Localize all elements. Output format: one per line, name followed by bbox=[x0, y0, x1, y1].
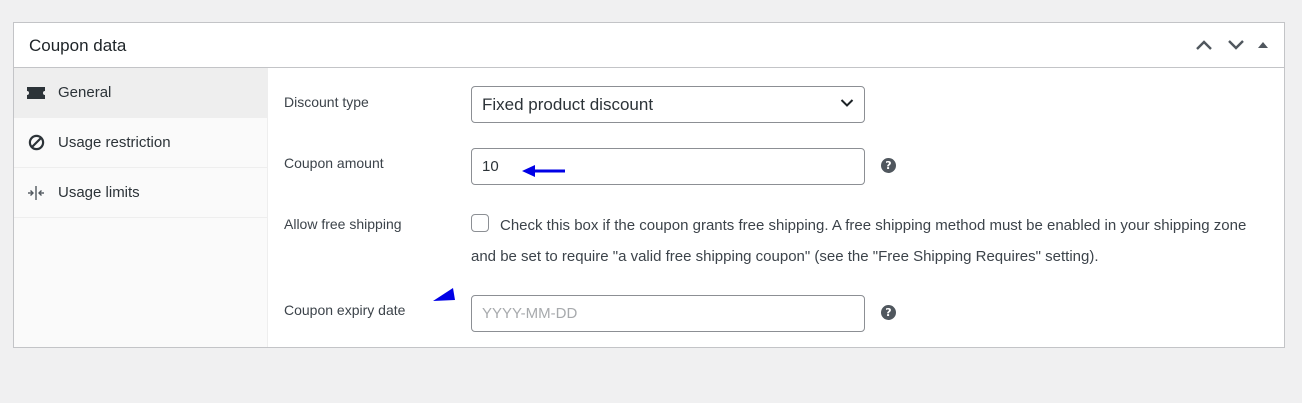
expiry-date-label: Coupon expiry date bbox=[284, 302, 406, 318]
coupon-amount-label: Coupon amount bbox=[284, 155, 384, 171]
expiry-date-help-icon[interactable]: ? bbox=[881, 305, 896, 320]
chevron-down-icon bbox=[840, 99, 854, 107]
triangle-up-icon bbox=[1258, 42, 1268, 48]
general-panel: Discount type Fixed product discount Cou… bbox=[268, 68, 1284, 347]
panel-title: Coupon data bbox=[29, 36, 127, 55]
limits-icon bbox=[26, 183, 46, 203]
tab-usage-limits-label: Usage limits bbox=[58, 184, 140, 201]
discount-type-value: Fixed product discount bbox=[482, 94, 654, 114]
tab-general[interactable]: General bbox=[14, 68, 267, 118]
annotation-arrow-icon bbox=[522, 165, 565, 177]
chevron-up-icon bbox=[1196, 40, 1212, 50]
chevron-down-icon bbox=[1228, 40, 1244, 50]
header-controls bbox=[1188, 23, 1274, 67]
tab-usage-limits[interactable]: Usage limits bbox=[14, 168, 267, 218]
coupon-amount-help-icon[interactable]: ? bbox=[881, 158, 896, 173]
annotation-pointer-icon bbox=[433, 288, 455, 301]
ticket-icon bbox=[26, 83, 46, 103]
panel-body: General Usage restriction Usage limits D… bbox=[14, 68, 1284, 347]
free-shipping-label: Allow free shipping bbox=[284, 216, 402, 232]
block-icon bbox=[26, 133, 46, 153]
tab-usage-restriction-label: Usage restriction bbox=[58, 134, 171, 151]
free-shipping-checkbox[interactable] bbox=[471, 214, 489, 232]
discount-type-select[interactable]: Fixed product discount bbox=[471, 86, 865, 123]
panel-header: Coupon data bbox=[14, 23, 1284, 68]
coupon-data-panel: Coupon data General Usage restriction Us… bbox=[13, 22, 1285, 348]
expiry-date-input[interactable] bbox=[471, 295, 865, 332]
toggle-panel-button[interactable] bbox=[1252, 23, 1274, 67]
tab-general-label: General bbox=[58, 84, 112, 101]
move-up-button[interactable] bbox=[1188, 23, 1220, 67]
move-down-button[interactable] bbox=[1220, 23, 1252, 67]
sidebar: General Usage restriction Usage limits bbox=[14, 68, 268, 347]
discount-type-label: Discount type bbox=[284, 94, 369, 110]
free-shipping-description: Check this box if the coupon grants free… bbox=[471, 217, 1247, 265]
tab-usage-restriction[interactable]: Usage restriction bbox=[14, 118, 267, 168]
